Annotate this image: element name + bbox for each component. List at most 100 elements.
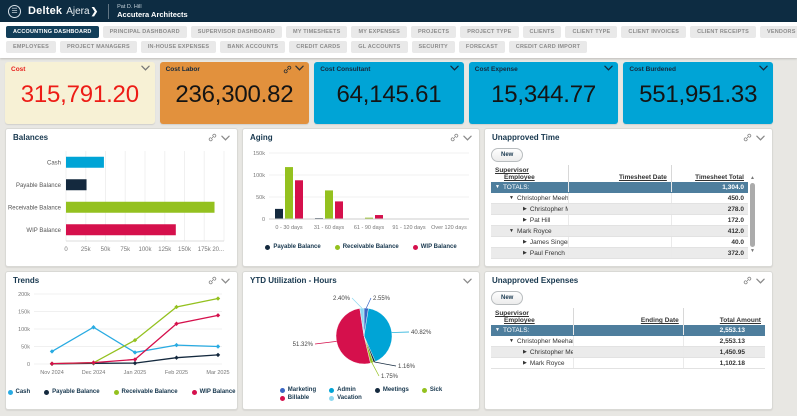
- chevron-icon[interactable]: [756, 278, 765, 284]
- kpi-value: 315,791.20: [11, 70, 149, 120]
- column-header-total-amount[interactable]: Total Amount: [720, 317, 761, 324]
- table-row[interactable]: ▼Christopher Meehan450.0: [491, 193, 748, 204]
- nav-tab[interactable]: EMPLOYEES: [6, 41, 56, 53]
- link-icon[interactable]: [208, 133, 217, 142]
- scroll-down-icon[interactable]: ▼: [750, 249, 755, 254]
- panel-title-ytd-utilization: YTD Utilization - Hours: [250, 276, 337, 285]
- expand-arrow-icon[interactable]: ▶: [523, 240, 527, 245]
- new-button[interactable]: New: [491, 148, 523, 162]
- expand-arrow-icon[interactable]: ▶: [523, 361, 527, 366]
- chevron-icon[interactable]: [141, 65, 150, 71]
- column-header-employee[interactable]: Employee: [504, 317, 535, 324]
- new-button[interactable]: New: [491, 291, 523, 305]
- row-date-cell: [573, 347, 683, 357]
- kpi-card[interactable]: Cost315,791.20: [5, 62, 155, 124]
- chevron-icon[interactable]: [604, 65, 613, 71]
- expand-arrow-icon[interactable]: ▶: [523, 218, 527, 223]
- table-row[interactable]: ▶James Singer40.0: [491, 237, 748, 248]
- nav-tab[interactable]: PROJECTS: [411, 26, 456, 38]
- table-row[interactable]: ▼TOTALS:2,553.13: [491, 325, 765, 336]
- column-header-supervisor[interactable]: Supervisor: [495, 310, 529, 317]
- nav-tab[interactable]: MY EXPENSES: [351, 26, 407, 38]
- nav-tab[interactable]: BANK ACCOUNTS: [220, 41, 285, 53]
- chevron-icon[interactable]: [295, 65, 304, 74]
- table-row[interactable]: ▶Christopher Meehan278.0: [491, 204, 748, 215]
- nav-tab[interactable]: CREDIT CARDS: [289, 41, 347, 53]
- table-row[interactable]: ▶Pat Hill172.0: [491, 215, 748, 226]
- dashboard-row-2: Trends 050k100k150k200kNov 2024Dec 2024J…: [0, 267, 797, 410]
- aging-bar-chart[interactable]: 050k100k150k0 - 30 days31 - 60 days61 - …: [243, 143, 475, 243]
- topbar: ☰ Deltek Ajera ❯ Pat D. Hill Accutera Ar…: [0, 0, 797, 22]
- nav-tab[interactable]: CLIENT TYPE: [565, 26, 617, 38]
- kpi-card[interactable]: Cost Burdened551,951.33: [623, 62, 773, 124]
- expand-arrow-icon[interactable]: ▶: [523, 251, 527, 256]
- scroll-up-icon[interactable]: ▲: [750, 176, 755, 181]
- svg-text:51.32%: 51.32%: [293, 342, 314, 348]
- nav-tab[interactable]: PROJECT TYPE: [460, 26, 518, 38]
- table-body: ▼TOTALS:2,553.13▼Christopher Meehan2,553…: [491, 325, 765, 369]
- column-header-timesheet-total[interactable]: Timesheet Total: [695, 174, 744, 181]
- hamburger-menu-icon[interactable]: ☰: [8, 5, 21, 18]
- collapse-arrow-icon[interactable]: ▼: [509, 196, 514, 201]
- chevron-icon[interactable]: [221, 135, 230, 141]
- expand-arrow-icon[interactable]: ▶: [523, 350, 527, 355]
- column-header-employee[interactable]: Employee: [504, 174, 535, 181]
- collapse-arrow-icon[interactable]: ▼: [509, 229, 514, 234]
- collapse-arrow-icon[interactable]: ▼: [509, 339, 514, 344]
- chevron-icon[interactable]: [759, 65, 768, 71]
- scrollbar[interactable]: ▲ ▼: [748, 176, 757, 254]
- kpi-card[interactable]: Cost Expense15,344.77: [469, 62, 619, 124]
- trends-line-chart[interactable]: 050k100k150k200kNov 2024Dec 2024Jan 2025…: [6, 286, 233, 388]
- kpi-value: 15,344.77: [475, 70, 613, 120]
- link-icon[interactable]: [743, 133, 752, 142]
- nav-tab[interactable]: FORECAST: [459, 41, 505, 53]
- table-row[interactable]: ▶Mark Royce1,102.18: [491, 358, 765, 369]
- nav-tab[interactable]: IN-HOUSE EXPENSES: [141, 41, 216, 53]
- chevron-icon[interactable]: [450, 65, 459, 71]
- table-row[interactable]: ▼Mark Royce412.0: [491, 226, 748, 237]
- collapse-arrow-icon[interactable]: ▼: [495, 185, 500, 190]
- nav-tab[interactable]: CLIENT INVOICES: [621, 26, 686, 38]
- nav-tab[interactable]: MY TIMESHEETS: [286, 26, 347, 38]
- row-date-cell: [568, 204, 671, 214]
- column-header-timesheet-date[interactable]: Timesheet Date: [619, 174, 667, 181]
- table-row[interactable]: ▶Paul French372.0: [491, 248, 748, 259]
- table-row[interactable]: ▼TOTALS:1,304.0: [491, 182, 748, 193]
- chevron-icon[interactable]: [463, 278, 472, 284]
- user-company-block[interactable]: Pat D. Hill Accutera Architects: [117, 4, 188, 19]
- nav-tab[interactable]: CLIENT RECEIPTS: [690, 26, 756, 38]
- link-icon[interactable]: [208, 276, 217, 285]
- kpi-card[interactable]: Cost Consultant64,145.61: [314, 62, 464, 124]
- table-row[interactable]: ▼Christopher Meehan2,553.13: [491, 336, 765, 347]
- legend-item: WIP Balance: [413, 244, 457, 250]
- nav-tab[interactable]: VENDORS: [760, 26, 797, 38]
- expand-arrow-icon[interactable]: ▶: [523, 207, 527, 212]
- kpi-card[interactable]: Cost Labor236,300.82: [160, 62, 310, 124]
- balances-bar-chart[interactable]: 025k50k75k100k125k150k175k20...CashPayab…: [6, 143, 233, 263]
- scrollbar-thumb[interactable]: [750, 183, 755, 247]
- nav-tab[interactable]: SECURITY: [412, 41, 455, 53]
- column-header-ending-date[interactable]: Ending Date: [641, 317, 679, 324]
- legend-item: Meetings: [375, 387, 409, 393]
- column-header-supervisor[interactable]: Supervisor: [495, 167, 529, 174]
- link-icon[interactable]: [743, 276, 752, 285]
- chevron-icon[interactable]: [756, 135, 765, 141]
- nav-tab[interactable]: GL ACCOUNTS: [351, 41, 407, 53]
- ytd-utilization-pie-chart[interactable]: 2.55%40.82%1.16%1.75%51.32%2.40%: [243, 286, 475, 386]
- nav-tab[interactable]: CLIENTS: [523, 26, 562, 38]
- svg-text:150k: 150k: [178, 247, 192, 253]
- nav-tab[interactable]: SUPERVISOR DASHBOARD: [191, 26, 282, 38]
- nav-tab[interactable]: PROJECT MANAGERS: [60, 41, 137, 53]
- nav-tab[interactable]: PRINCIPAL DASHBOARD: [103, 26, 187, 38]
- table-row[interactable]: ▶Christopher Meehan1,450.95: [491, 347, 765, 358]
- chevron-icon[interactable]: [463, 135, 472, 141]
- link-icon[interactable]: [283, 65, 292, 74]
- svg-text:Dec 2024: Dec 2024: [82, 370, 106, 376]
- nav-tab[interactable]: CREDIT CARD IMPORT: [509, 41, 587, 53]
- collapse-arrow-icon[interactable]: ▼: [495, 328, 500, 333]
- chevron-icon[interactable]: [221, 278, 230, 284]
- legend-dot: [375, 388, 380, 393]
- link-icon[interactable]: [450, 133, 459, 142]
- row-date-cell: [573, 336, 683, 346]
- nav-tab[interactable]: ACCOUNTING DASHBOARD: [6, 26, 99, 38]
